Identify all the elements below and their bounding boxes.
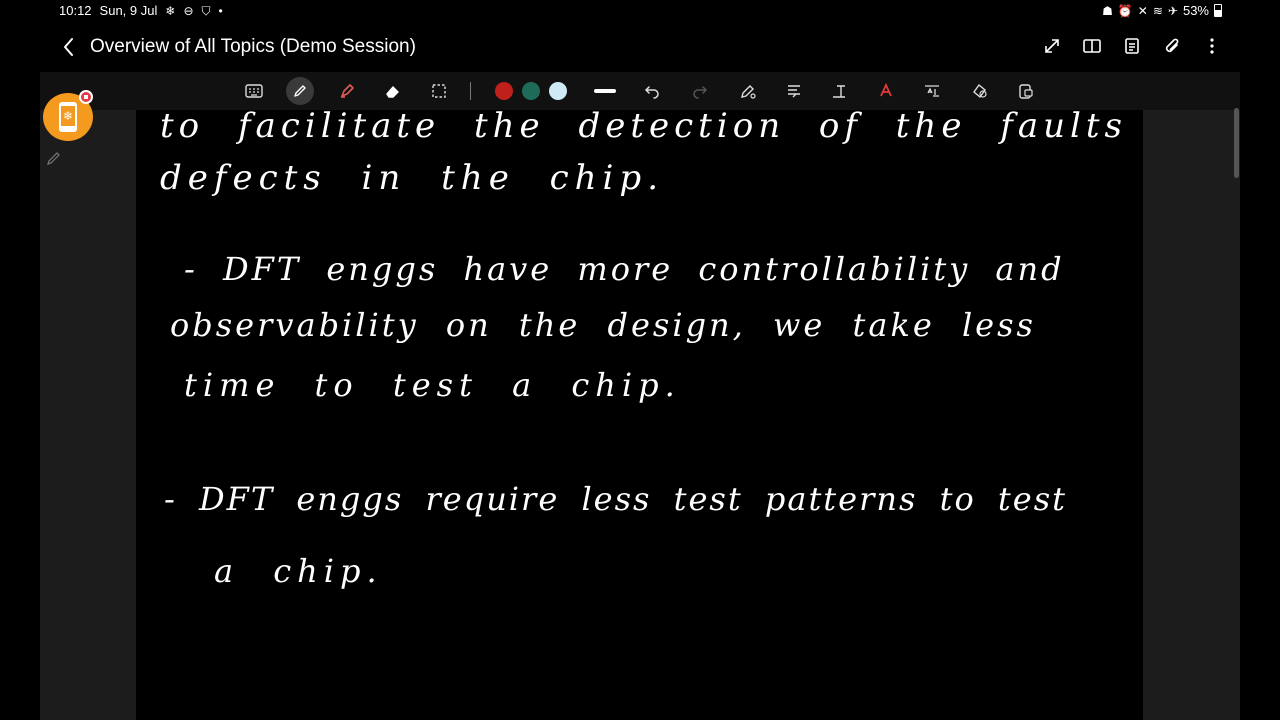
ghost-icon: ☗ (1102, 3, 1113, 18)
pen-settings-icon[interactable] (736, 79, 760, 103)
note-line-6: - DFT enggs require less test patterns t… (164, 480, 1067, 518)
note-line-4: observability on the design, we take les… (170, 306, 1036, 344)
color-swatch-red[interactable] (495, 82, 513, 100)
status-time: 10:12 (59, 3, 92, 18)
vertical-scrollbar[interactable] (1234, 108, 1239, 178)
book-view-icon[interactable] (1082, 36, 1102, 56)
note-line-7: a chip. (214, 552, 383, 590)
lasso-select-icon[interactable] (427, 79, 451, 103)
undo-icon[interactable] (640, 79, 664, 103)
straighten-text-icon[interactable] (920, 79, 944, 103)
text-format-icon[interactable] (828, 79, 852, 103)
mute-icon: ✕ (1137, 3, 1148, 18)
recording-badge-icon[interactable] (79, 90, 93, 104)
expand-icon[interactable] (1042, 36, 1062, 56)
attach-icon[interactable] (1162, 36, 1182, 56)
pencil-icon (46, 150, 62, 166)
document-title: Overview of All Topics (Demo Session) (90, 36, 416, 57)
page-margin-right (1143, 110, 1240, 720)
page-margin-left (40, 110, 136, 720)
battery-icon (1214, 4, 1222, 17)
drawing-toolbar (40, 72, 1240, 110)
note-page[interactable]: to facilitate the detection of the fault… (136, 110, 1143, 720)
title-actions (1042, 36, 1222, 56)
note-line-3: - DFT enggs have more controllability an… (184, 250, 1065, 288)
dot-icon: • (218, 3, 223, 18)
note-line-5: time to test a chip. (184, 366, 681, 404)
title-bar: Overview of All Topics (Demo Session) (0, 26, 1280, 70)
alarm-icon: ⏰ (1117, 3, 1133, 18)
text-color-icon[interactable] (874, 79, 898, 103)
toolbar-separator (470, 82, 471, 100)
battery-level: 53% (1182, 3, 1209, 18)
lock-icon[interactable] (1014, 79, 1038, 103)
svg-text:❄: ❄ (63, 109, 73, 123)
redo-icon[interactable] (688, 79, 712, 103)
pen-icon[interactable] (286, 77, 314, 105)
keyboard-icon[interactable] (242, 79, 266, 103)
highlighter-icon[interactable] (335, 79, 359, 103)
note-line-2: defects in the chip. (160, 158, 665, 198)
status-date: Sun, 9 Jul (99, 3, 158, 18)
page-layout-icon[interactable] (1122, 36, 1142, 56)
pen-size-indicator[interactable] (594, 89, 616, 93)
eraser-icon[interactable] (381, 79, 405, 103)
text-align-icon[interactable] (782, 79, 806, 103)
more-options-icon[interactable] (1202, 36, 1222, 56)
shield-icon: ⛉ (201, 3, 211, 18)
snowflake-icon: ❄ (165, 3, 176, 18)
status-left: 10:12 Sun, 9 Jul ❄ ⊖ ⛉ • (59, 3, 223, 18)
dnd-icon: ⊖ (183, 3, 194, 18)
status-bar: 10:12 Sun, 9 Jul ❄ ⊖ ⛉ • ☗ ⏰ ✕ ≋ ✈ 53% (0, 0, 1280, 22)
color-swatch-light-blue[interactable] (549, 82, 567, 100)
back-icon[interactable] (58, 34, 80, 60)
color-swatch-green[interactable] (522, 82, 540, 100)
status-right: ☗ ⏰ ✕ ≋ ✈ 53% (1102, 3, 1222, 18)
airplane-icon: ✈ (1167, 3, 1178, 18)
wifi-icon: ≋ (1152, 3, 1163, 18)
note-line-1: to facilitate the detection of the fault… (160, 110, 1127, 146)
shapes-icon[interactable] (968, 79, 992, 103)
